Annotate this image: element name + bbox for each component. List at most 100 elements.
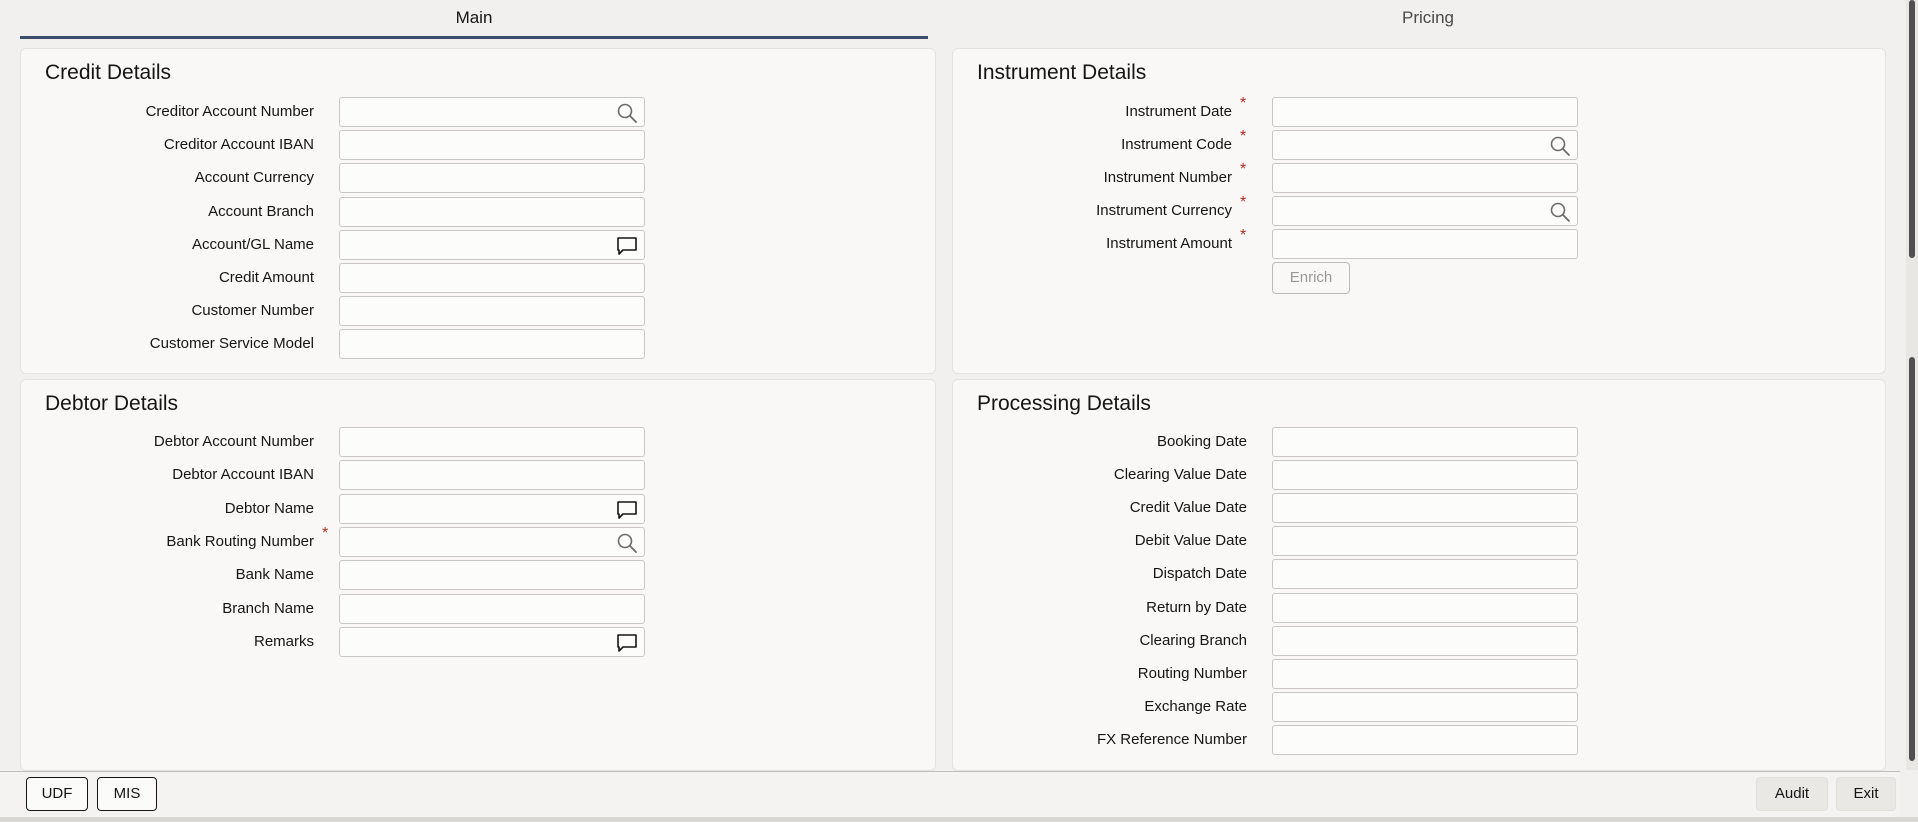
field-label: Instrument Date [1125, 103, 1232, 120]
field-label: Debit Value Date [1134, 532, 1247, 550]
processing-details-row: Booking Date [953, 427, 1885, 457]
required-asterisk: * [322, 524, 329, 542]
vertical-scrollbar[interactable] [1906, 0, 1918, 770]
instrument-details-row: * Instrument Code [953, 128, 1885, 160]
processing-details-row: Clearing Branch [953, 625, 1885, 656]
debtor-details-row: Bank Name [21, 560, 935, 591]
input-field[interactable] [1272, 724, 1578, 755]
input-field[interactable] [339, 97, 645, 127]
credit-details-title: Credit Details [45, 61, 172, 84]
comment-icon[interactable] [616, 499, 638, 521]
field-label: Booking Date [1156, 433, 1247, 450]
input-field[interactable] [1272, 658, 1578, 689]
field-label: Instrument Amount [1106, 235, 1232, 252]
processing-details-row: Credit Value Date [953, 493, 1885, 524]
comment-icon[interactable] [616, 632, 638, 654]
scrollbar-thumb-upper[interactable] [1909, 0, 1915, 258]
field-label: Routing Number [1137, 664, 1247, 682]
input-field[interactable] [339, 526, 645, 557]
debtor-details-panel: Debtor Details Debtor Account Number Debt… [20, 379, 936, 771]
field-label: Creditor Account IBAN [163, 136, 314, 154]
input-field[interactable] [1272, 625, 1578, 656]
input-field[interactable] [1272, 526, 1578, 557]
input-field[interactable] [1272, 130, 1578, 160]
field-label: Instrument Currency [1096, 202, 1232, 219]
debtor-details-row: * Bank Routing Number [21, 524, 935, 557]
credit-details-row: Creditor Account Number [21, 97, 935, 127]
debtor-details-row: Remarks [21, 626, 935, 657]
credit-details-row: Creditor Account IBAN [21, 130, 935, 161]
tab-bar: Main Pricing [0, 0, 1900, 40]
field-label: Account/GL Name [192, 235, 314, 253]
field-label: Branch Name [222, 599, 314, 617]
field-label: Bank Name [235, 566, 314, 584]
input-field[interactable] [339, 560, 645, 591]
input-field[interactable] [1272, 460, 1578, 491]
input-field[interactable] [339, 329, 645, 360]
input-field[interactable] [339, 130, 645, 161]
field-label: Exchange Rate [1144, 697, 1247, 715]
input-field[interactable] [1272, 163, 1578, 193]
instrument-details-panel: Instrument Details * Instrument Date * Inst… [952, 48, 1886, 374]
search-icon[interactable] [1549, 201, 1571, 223]
required-asterisk: * [1240, 95, 1247, 112]
credit-details-panel: Credit Details Creditor Account Number Cr… [20, 48, 936, 374]
exit-button[interactable]: Exit [1836, 777, 1896, 811]
field-label: FX Reference Number [1096, 730, 1247, 748]
search-icon[interactable] [616, 102, 638, 124]
processing-details-row: FX Reference Number [953, 724, 1885, 755]
debtor-details-row: Branch Name [21, 593, 935, 624]
input-field[interactable] [339, 296, 645, 327]
input-field[interactable] [339, 163, 645, 194]
input-field[interactable] [1272, 592, 1578, 623]
instrument-details-row: * Instrument Amount [953, 227, 1885, 259]
field-label: Debtor Name [224, 499, 314, 517]
mis-button[interactable]: MIS [97, 777, 157, 811]
udf-button[interactable]: UDF [26, 777, 88, 811]
input-field[interactable] [339, 493, 645, 524]
input-field[interactable] [339, 593, 645, 624]
required-asterisk: * [1240, 194, 1247, 211]
field-label: Creditor Account Number [145, 103, 314, 120]
processing-details-row: Debit Value Date [953, 526, 1885, 557]
input-field[interactable] [339, 460, 645, 491]
field-label: Account Currency [194, 169, 314, 187]
field-label: Credit Value Date [1129, 499, 1247, 517]
input-field[interactable] [339, 229, 645, 260]
input-field[interactable] [1272, 427, 1578, 457]
search-icon[interactable] [1549, 135, 1571, 157]
comment-icon[interactable] [616, 235, 638, 257]
field-label: Instrument Code [1121, 136, 1232, 153]
required-asterisk: * [1240, 128, 1247, 145]
field-label: Credit Amount [218, 269, 314, 286]
credit-details-row: Credit Amount [21, 263, 935, 293]
input-field[interactable] [339, 626, 645, 657]
credit-details-row: Account Currency [21, 163, 935, 194]
scrollbar-thumb-lower[interactable] [1909, 357, 1915, 761]
debtor-details-row: Debtor Account Number [21, 427, 935, 457]
input-field[interactable] [1272, 229, 1578, 259]
field-label: Return by Date [1146, 598, 1247, 616]
tab-main[interactable]: Main [20, 0, 928, 39]
credit-details-row: Account Branch [21, 196, 935, 227]
debtor-details-row: Debtor Account IBAN [21, 460, 935, 491]
input-field[interactable] [339, 196, 645, 227]
input-field[interactable] [1272, 691, 1578, 722]
input-field[interactable] [1272, 559, 1578, 590]
audit-button[interactable]: Audit [1756, 777, 1828, 811]
field-label: Clearing Branch [1139, 631, 1247, 649]
input-field[interactable] [1272, 493, 1578, 524]
instrument-details-row: * Instrument Date [953, 95, 1885, 127]
instrument-details-title: Instrument Details [977, 61, 1147, 84]
input-field[interactable] [1272, 196, 1578, 226]
search-icon[interactable] [616, 532, 638, 554]
input-field[interactable] [339, 427, 645, 457]
footer-bar: UDF MIS Audit Exit [0, 771, 1900, 818]
required-asterisk: * [1240, 161, 1247, 178]
tab-pricing[interactable]: Pricing [950, 0, 1906, 38]
input-field[interactable] [339, 263, 645, 293]
field-label: Debtor Account IBAN [172, 466, 314, 484]
field-label: Customer Number [191, 302, 314, 320]
input-field[interactable] [1272, 97, 1578, 127]
enrich-button[interactable]: Enrich [1272, 262, 1350, 294]
